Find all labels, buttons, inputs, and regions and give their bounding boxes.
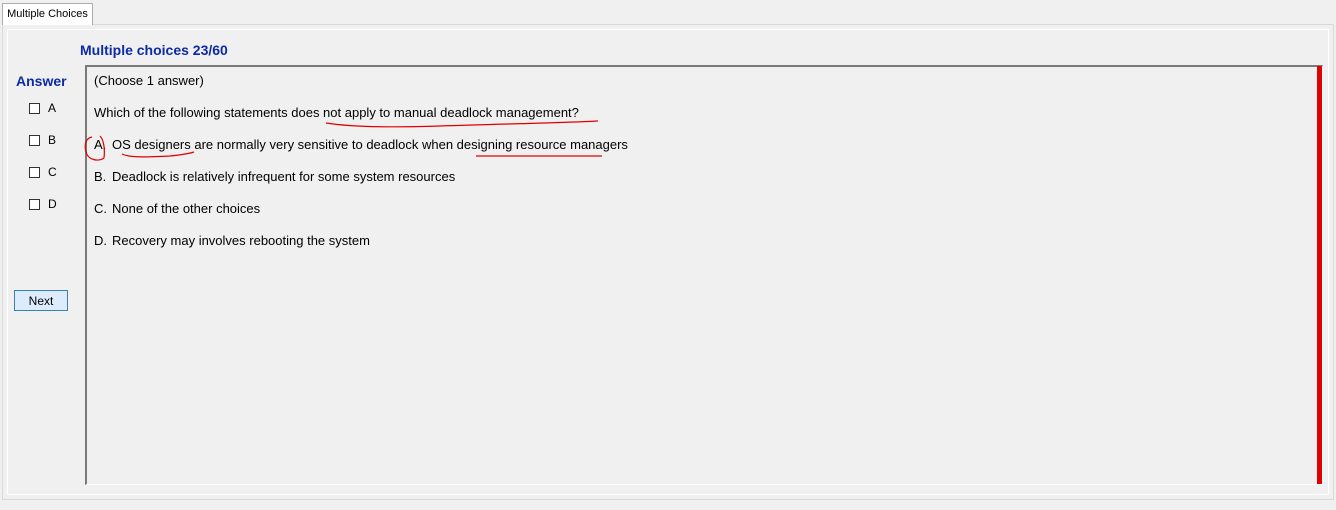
choice-d-text: Recovery may involves rebooting the syst…: [112, 233, 370, 248]
question-content-panel: [85, 65, 1323, 485]
choice-d-letter: D.: [94, 233, 107, 248]
answer-panel-title: Answer: [16, 73, 67, 89]
checkbox-b[interactable]: [29, 134, 40, 146]
choice-c: C. None of the other choices: [94, 201, 260, 216]
next-button[interactable]: Next: [14, 290, 68, 311]
answer-option-b[interactable]: B: [29, 133, 56, 147]
choice-c-letter: C.: [94, 201, 107, 216]
answer-option-b-label: B: [48, 133, 57, 147]
choice-a-text: OS designers are normally very sensitive…: [112, 137, 628, 152]
choice-b: B. Deadlock is relatively infrequent for …: [94, 169, 455, 184]
tab-multiple-choices[interactable]: Multiple Choices: [2, 3, 93, 25]
checkbox-c[interactable]: [29, 166, 40, 178]
answer-option-c[interactable]: C: [29, 165, 57, 179]
choice-a: A. OS designers are normally very sensiti…: [94, 137, 628, 152]
checkbox-a[interactable]: [29, 102, 40, 114]
choice-b-text: Deadlock is relatively infrequent for so…: [112, 169, 456, 184]
choice-d: D. Recovery may involves rebooting the sy…: [94, 233, 370, 248]
question-text: Which of the following statements does n…: [94, 105, 579, 120]
question-counter-heading: Multiple choices 23/60: [80, 42, 228, 58]
red-annotation-bar: [1317, 66, 1322, 484]
answer-option-d[interactable]: D: [29, 197, 57, 211]
answer-option-c-label: C: [48, 165, 57, 179]
answer-option-a-label: A: [48, 101, 57, 115]
choice-a-letter: A.: [94, 137, 107, 152]
answer-option-d-label: D: [48, 197, 57, 211]
answer-option-a[interactable]: A: [29, 101, 56, 115]
choice-c-text: None of the other choices: [112, 201, 261, 216]
checkbox-d[interactable]: [29, 198, 40, 210]
question-instruction: (Choose 1 answer): [94, 73, 204, 88]
choice-b-letter: B.: [94, 169, 107, 184]
